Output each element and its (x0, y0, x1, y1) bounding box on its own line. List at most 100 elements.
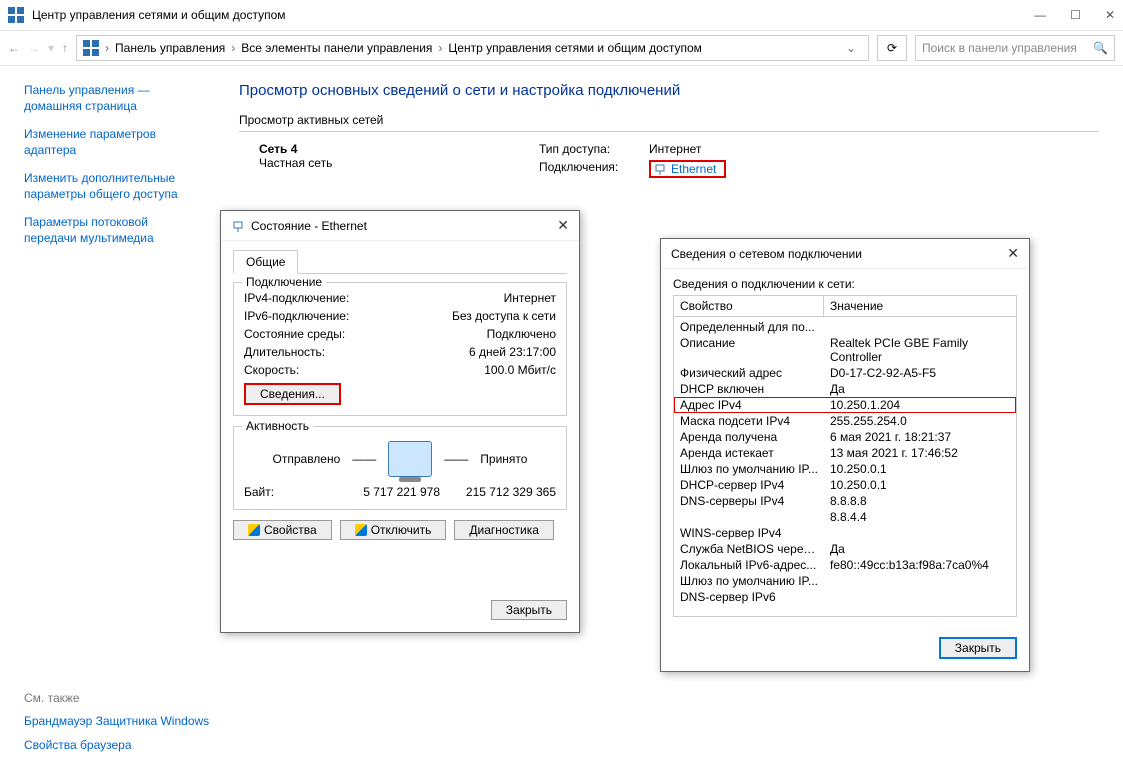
up-button[interactable]: ↑ (62, 41, 68, 55)
app-icon (8, 7, 24, 23)
shield-icon (248, 524, 260, 536)
chevron-right-icon: › (438, 41, 442, 55)
column-property[interactable]: Свойство (674, 296, 824, 316)
see-also-browser[interactable]: Свойства браузера (24, 737, 209, 753)
breadcrumb-dropdown-icon[interactable]: ⌄ (840, 41, 862, 55)
page-heading: Просмотр основных сведений о сети и наст… (239, 82, 1099, 99)
table-row[interactable]: DHCP-сервер IPv410.250.0.1 (674, 477, 1016, 493)
prop-value: 6 мая 2021 г. 18:21:37 (824, 429, 1016, 445)
ipv6-label: IPv6-подключение: (244, 309, 394, 323)
table-row[interactable]: Шлюз по умолчанию IP...10.250.0.1 (674, 461, 1016, 477)
prop-value: fe80::49cc:b13a:f98a:7ca0%4 (824, 557, 1016, 573)
close-window-button[interactable]: ✕ (1105, 8, 1115, 22)
table-row[interactable]: Физический адресD0-17-C2-92-A5-F5 (674, 365, 1016, 381)
forward-button[interactable]: → (28, 41, 40, 55)
sidebar-item-home[interactable]: Панель управления — домашняя страница (24, 82, 203, 114)
location-icon (83, 40, 99, 56)
details-dialog: Сведения о сетевом подключении ✕ Сведени… (660, 238, 1030, 672)
diagnose-button[interactable]: Диагностика (454, 520, 554, 540)
tab-general[interactable]: Общие (233, 250, 298, 274)
access-type-value: Интернет (649, 142, 701, 156)
refresh-button[interactable]: ⟳ (877, 35, 907, 61)
prop-name: Адрес IPv4 (674, 397, 824, 413)
table-row[interactable]: Шлюз по умолчанию IP... (674, 573, 1016, 589)
table-row[interactable]: Аренда получена6 мая 2021 г. 18:21:37 (674, 429, 1016, 445)
back-button[interactable]: ← (8, 41, 20, 55)
prop-name: Маска подсети IPv4 (674, 413, 824, 429)
media-state-label: Состояние среды: (244, 327, 394, 341)
prop-name: Шлюз по умолчанию IP... (674, 461, 824, 477)
status-dialog-close-icon[interactable]: ✕ (557, 217, 569, 234)
breadcrumb-item[interactable]: Все элементы панели управления (241, 41, 432, 55)
table-row[interactable]: Адрес IPv410.250.1.204 (674, 397, 1016, 413)
details-button[interactable]: Сведения... (244, 383, 341, 405)
prop-value: Да (824, 381, 1016, 397)
ethernet-link[interactable]: Ethernet (649, 160, 726, 178)
bytes-label: Байт: (244, 485, 324, 499)
table-row[interactable]: DHCP включенДа (674, 381, 1016, 397)
ethernet-link-label: Ethernet (671, 162, 716, 176)
status-close-button[interactable]: Закрыть (491, 600, 567, 620)
search-placeholder: Поиск в панели управления (922, 41, 1077, 55)
window-titlebar: Центр управления сетями и общим доступом… (0, 0, 1123, 30)
details-dialog-close-icon[interactable]: ✕ (1007, 245, 1019, 262)
table-row[interactable]: 8.8.4.4 (674, 509, 1016, 525)
prop-value: Realtek PCIe GBE Family Controller (824, 335, 1016, 365)
ethernet-icon (231, 219, 245, 233)
prop-value (824, 573, 1016, 589)
prop-value: 10.250.0.1 (824, 461, 1016, 477)
details-table: Свойство Значение Определенный для по...… (673, 295, 1017, 617)
prop-name: Шлюз по умолчанию IP... (674, 573, 824, 589)
table-row[interactable]: WINS-сервер IPv4 (674, 525, 1016, 541)
details-close-button[interactable]: Закрыть (939, 637, 1017, 659)
breadcrumb-item[interactable]: Панель управления (115, 41, 225, 55)
sidebar: Панель управления — домашняя страница Из… (0, 66, 215, 777)
table-row[interactable]: ОписаниеRealtek PCIe GBE Family Controll… (674, 335, 1016, 365)
properties-button[interactable]: Свойства (233, 520, 332, 540)
disable-button[interactable]: Отключить (340, 520, 447, 540)
table-row[interactable]: Маска подсети IPv4255.255.254.0 (674, 413, 1016, 429)
duration-value: 6 дней 23:17:00 (469, 345, 556, 359)
table-row[interactable]: Определенный для по... (674, 319, 1016, 335)
connection-group-label: Подключение (242, 275, 326, 289)
prop-name: Описание (674, 335, 824, 365)
sent-label: Отправлено (273, 452, 341, 466)
sidebar-item-streaming[interactable]: Параметры потоковой передачи мультимедиа (24, 214, 203, 246)
maximize-button[interactable]: ☐ (1070, 8, 1081, 22)
speed-value: 100.0 Мбит/с (484, 363, 556, 377)
prop-name (674, 509, 824, 525)
sidebar-item-adapter[interactable]: Изменение параметров адаптера (24, 126, 203, 158)
network-type: Частная сеть (259, 156, 539, 170)
table-row[interactable]: Служба NetBIOS через...Да (674, 541, 1016, 557)
breadcrumb[interactable]: › Панель управления › Все элементы панел… (76, 35, 869, 61)
table-row[interactable]: DNS-сервер IPv6 (674, 589, 1016, 605)
prop-name: Физический адрес (674, 365, 824, 381)
chevron-right-icon: › (231, 41, 235, 55)
prop-value (824, 319, 1016, 335)
table-row[interactable]: Аренда истекает13 мая 2021 г. 17:46:52 (674, 445, 1016, 461)
prop-name: DHCP-сервер IPv4 (674, 477, 824, 493)
column-value[interactable]: Значение (824, 296, 889, 316)
status-dialog: Состояние - Ethernet ✕ Общие Подключение… (220, 210, 580, 633)
details-dialog-title: Сведения о сетевом подключении (671, 247, 862, 261)
window-title: Центр управления сетями и общим доступом (32, 8, 286, 22)
connections-label: Подключения: (539, 160, 649, 178)
breadcrumb-item[interactable]: Центр управления сетями и общим доступом (448, 41, 702, 55)
media-state-value: Подключено (487, 327, 556, 341)
see-also-section: См. также Брандмауэр Защитника Windows С… (24, 691, 209, 761)
details-subtitle: Сведения о подключении к сети: (673, 277, 1017, 291)
prop-name: Аренда получена (674, 429, 824, 445)
network-name: Сеть 4 (259, 142, 539, 156)
active-networks-label: Просмотр активных сетей (239, 113, 1099, 127)
table-row[interactable]: DNS-серверы IPv48.8.8.8 (674, 493, 1016, 509)
prop-name: DNS-серверы IPv4 (674, 493, 824, 509)
minimize-button[interactable]: — (1034, 8, 1046, 22)
prop-value (824, 525, 1016, 541)
history-dropdown[interactable]: ▾ (48, 41, 54, 55)
prop-name: Аренда истекает (674, 445, 824, 461)
see-also-firewall[interactable]: Брандмауэр Защитника Windows (24, 713, 209, 729)
table-row[interactable]: Локальный IPv6-адрес...fe80::49cc:b13a:f… (674, 557, 1016, 573)
chevron-right-icon: › (105, 41, 109, 55)
search-input[interactable]: Поиск в панели управления 🔍 (915, 35, 1115, 61)
sidebar-item-sharing[interactable]: Изменить дополнительные параметры общего… (24, 170, 203, 202)
